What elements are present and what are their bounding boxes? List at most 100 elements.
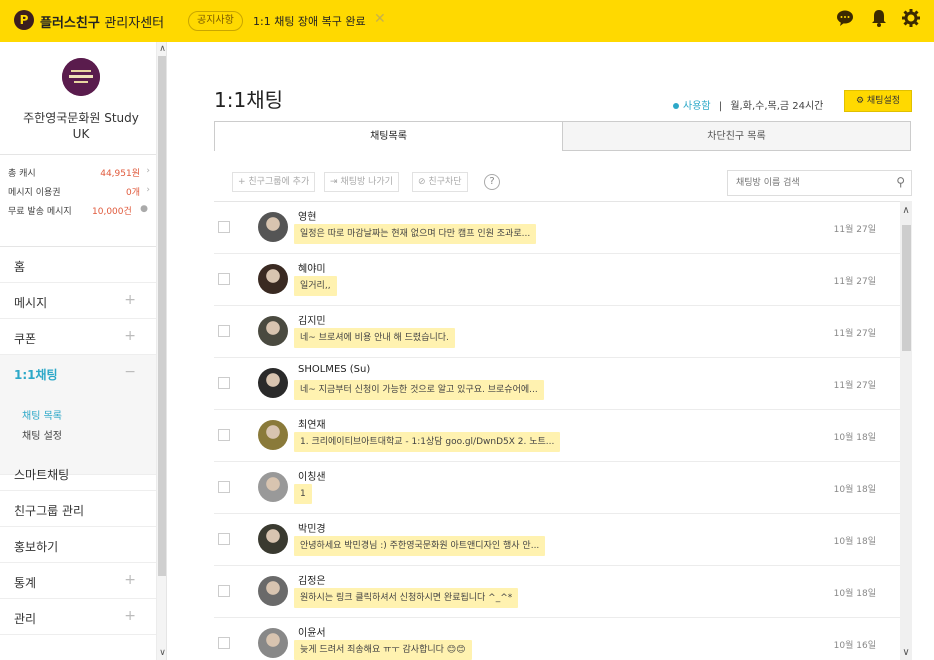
plusfriend-logo-icon[interactable]: P bbox=[14, 10, 34, 30]
chat-last-message[interactable]: 1 bbox=[294, 484, 312, 504]
avatar[interactable] bbox=[258, 420, 288, 450]
block-friend-button[interactable]: ⊘ 친구차단 bbox=[412, 172, 468, 192]
settings-button-label: 채팅설정 bbox=[866, 96, 901, 106]
scroll-up-icon[interactable]: ∧ bbox=[157, 44, 166, 54]
submenu-chat-settings[interactable]: 채팅 설정 bbox=[22, 427, 62, 442]
scroll-down-icon[interactable]: ∨ bbox=[900, 647, 912, 658]
row-checkbox[interactable] bbox=[218, 325, 230, 337]
chevron-right-icon: › bbox=[146, 166, 150, 176]
chat-last-message[interactable]: 늦게 드려서 죄송해요 ㅠㅜ 감사합니다 😊😊 bbox=[294, 640, 472, 660]
minus-icon[interactable]: − bbox=[124, 364, 136, 380]
stat-value: 0개 bbox=[125, 188, 140, 198]
avatar[interactable] bbox=[258, 316, 288, 346]
chat-last-message[interactable]: 안녕하세요 박민경님 :) 주한영국문화원 아트앤디자인 행사 안... bbox=[294, 536, 546, 556]
chat-last-message[interactable]: 1. 크리에이티브아트대학교 - 1:1상담 goo.gl/DwnD5X 2. … bbox=[294, 432, 561, 452]
chat-row[interactable]: 박민경 안녕하세요 박민경님 :) 주한영국문화원 아트앤디자인 행사 안... 1… bbox=[214, 514, 900, 566]
chat-date: 10월 18일 bbox=[833, 537, 876, 547]
stat-value: 44,951원 bbox=[100, 169, 140, 179]
chat-search[interactable]: ⚲ bbox=[727, 170, 912, 196]
chat-settings-button[interactable]: ⚙ 채팅설정 bbox=[844, 90, 912, 112]
menu-manage[interactable]: 관리 + bbox=[0, 599, 156, 635]
search-input[interactable] bbox=[736, 175, 886, 191]
menu-message[interactable]: 메시지 + bbox=[0, 283, 156, 319]
chat-date: 11월 27일 bbox=[833, 381, 876, 391]
notice-text[interactable]: 1:1 채팅 장애 복구 완료 bbox=[253, 13, 366, 29]
avatar[interactable] bbox=[258, 524, 288, 554]
leave-room-label: 채팅방 나가기 bbox=[340, 177, 393, 187]
chat-last-message[interactable]: 일정은 따로 마감날짜는 현재 없으며 다만 캠프 인원 조과로... bbox=[294, 224, 537, 244]
row-checkbox[interactable] bbox=[218, 637, 230, 649]
chat-row[interactable]: 영현 일정은 따로 마감날짜는 현재 없으며 다만 캠프 인원 조과로... 11월… bbox=[214, 202, 900, 254]
chat-last-message[interactable]: 원하시는 링크 클릭하셔서 신청하시면 완료됩니다 ^_^* bbox=[294, 588, 519, 608]
menu-friend-group[interactable]: 친구그룹 관리 bbox=[0, 491, 156, 527]
row-checkbox[interactable] bbox=[218, 481, 230, 493]
row-checkbox[interactable] bbox=[218, 273, 230, 285]
chat-row[interactable]: 혜야미 일거리,, 11월 27일 bbox=[214, 254, 900, 306]
avatar[interactable] bbox=[258, 212, 288, 242]
status-dot-icon bbox=[673, 103, 679, 109]
menu-label: 1:1채팅 bbox=[14, 368, 58, 382]
scroll-up-icon[interactable]: ∧ bbox=[900, 205, 912, 216]
chat-row[interactable]: 김지민 네~ 브로셔에 비용 안내 해 드렸습니다. 11월 27일 bbox=[214, 306, 900, 358]
notice-close-icon[interactable]: ✕ bbox=[374, 11, 386, 27]
avatar[interactable] bbox=[258, 368, 288, 398]
scroll-down-icon[interactable]: ∨ bbox=[157, 648, 166, 658]
top-bar: P 플러스친구 관리자센터 공지사항 1:1 채팅 장애 복구 완료 ✕ bbox=[0, 0, 934, 42]
chat-last-message[interactable]: 일거리,, bbox=[294, 276, 337, 296]
stat-message-voucher[interactable]: 메시지 이용권 0개 › bbox=[8, 185, 154, 199]
menu-smart-chat[interactable]: 스마트채팅 bbox=[0, 455, 156, 491]
stat-free-messages[interactable]: 무료 발송 메시지 10,000건 ● bbox=[8, 204, 154, 218]
avatar[interactable] bbox=[258, 264, 288, 294]
scrollbar-thumb[interactable] bbox=[158, 56, 166, 576]
tab-chat-list[interactable]: 채팅목록 bbox=[214, 121, 563, 151]
help-icon[interactable]: ? bbox=[484, 174, 500, 190]
plus-icon[interactable]: + bbox=[124, 292, 136, 308]
divider bbox=[0, 154, 156, 155]
chat-list-scrollbar[interactable]: ∧ ∨ bbox=[900, 201, 912, 660]
menu-label: 홈 bbox=[14, 260, 26, 274]
menu-coupon[interactable]: 쿠폰 + bbox=[0, 319, 156, 355]
status-schedule: 월,화,수,목,금 24시간 bbox=[730, 101, 824, 112]
block-label: 친구차단 bbox=[428, 177, 462, 187]
plus-icon[interactable]: + bbox=[124, 572, 136, 588]
bell-icon[interactable] bbox=[868, 9, 890, 31]
plus-icon[interactable]: + bbox=[124, 608, 136, 624]
chat-row[interactable]: 김정은 원하시는 링크 클릭하셔서 신청하시면 완료됩니다 ^_^* 10월 18일 bbox=[214, 566, 900, 618]
chat-row[interactable]: 이윤서 늦게 드려서 죄송해요 ㅠㅜ 감사합니다 😊😊 10월 16일 bbox=[214, 618, 900, 660]
menu-home[interactable]: 홈 bbox=[0, 247, 156, 283]
chat-status: 사용함 | 월,화,수,목,금 24시간 bbox=[673, 97, 823, 112]
chat-row[interactable]: 최연재 1. 크리에이티브아트대학교 - 1:1상담 goo.gl/DwnD5X … bbox=[214, 410, 900, 462]
chat-last-message[interactable]: 네~ 브로셔에 비용 안내 해 드렸습니다. bbox=[294, 328, 455, 348]
add-to-group-button[interactable]: + 친구그룹에 추가 bbox=[232, 172, 316, 192]
tab-blocked-friends[interactable]: 차단친구 목록 bbox=[562, 121, 911, 151]
avatar[interactable] bbox=[258, 472, 288, 502]
menu-stats[interactable]: 통계 + bbox=[0, 563, 156, 599]
chat-row[interactable]: SHOLMES (Su) 네~ 지금부터 신청이 가능한 것으로 알고 있구요. … bbox=[214, 358, 900, 410]
menu-promote[interactable]: 홍보하기 bbox=[0, 527, 156, 563]
chat-row[interactable]: 이칭샌 1 10월 18일 bbox=[214, 462, 900, 514]
search-icon[interactable]: ⚲ bbox=[896, 175, 905, 189]
chat-name: 영현 bbox=[298, 212, 317, 223]
chat-last-message[interactable]: 네~ 지금부터 신청이 가능한 것으로 알고 있구요. 브로슈어에... bbox=[294, 380, 544, 400]
stat-total-cash[interactable]: 총 캐시 44,951원 › bbox=[8, 166, 154, 180]
submenu-chat-list[interactable]: 채팅 목록 bbox=[22, 407, 62, 422]
brand-title[interactable]: 플러스친구 관리자센터 bbox=[40, 12, 164, 31]
plus-icon[interactable]: + bbox=[124, 328, 136, 344]
avatar[interactable] bbox=[258, 576, 288, 606]
menu-label: 쿠폰 bbox=[14, 332, 37, 346]
row-checkbox[interactable] bbox=[218, 221, 230, 233]
row-checkbox[interactable] bbox=[218, 533, 230, 545]
avatar[interactable] bbox=[258, 628, 288, 658]
sidebar-scrollbar[interactable]: ∧ ∨ bbox=[156, 42, 166, 660]
chat-icon[interactable] bbox=[834, 9, 856, 31]
info-icon[interactable]: ● bbox=[140, 204, 148, 214]
gear-icon[interactable] bbox=[900, 9, 922, 31]
leave-room-button[interactable]: ⇥ 채팅방 나가기 bbox=[324, 172, 399, 192]
stat-label: 총 캐시 bbox=[8, 169, 36, 179]
row-checkbox[interactable] bbox=[218, 429, 230, 441]
row-checkbox[interactable] bbox=[218, 585, 230, 597]
scrollbar-thumb[interactable] bbox=[902, 225, 911, 351]
row-checkbox[interactable] bbox=[218, 377, 230, 389]
notice-badge[interactable]: 공지사항 bbox=[188, 11, 243, 31]
profile-avatar[interactable] bbox=[62, 58, 100, 96]
